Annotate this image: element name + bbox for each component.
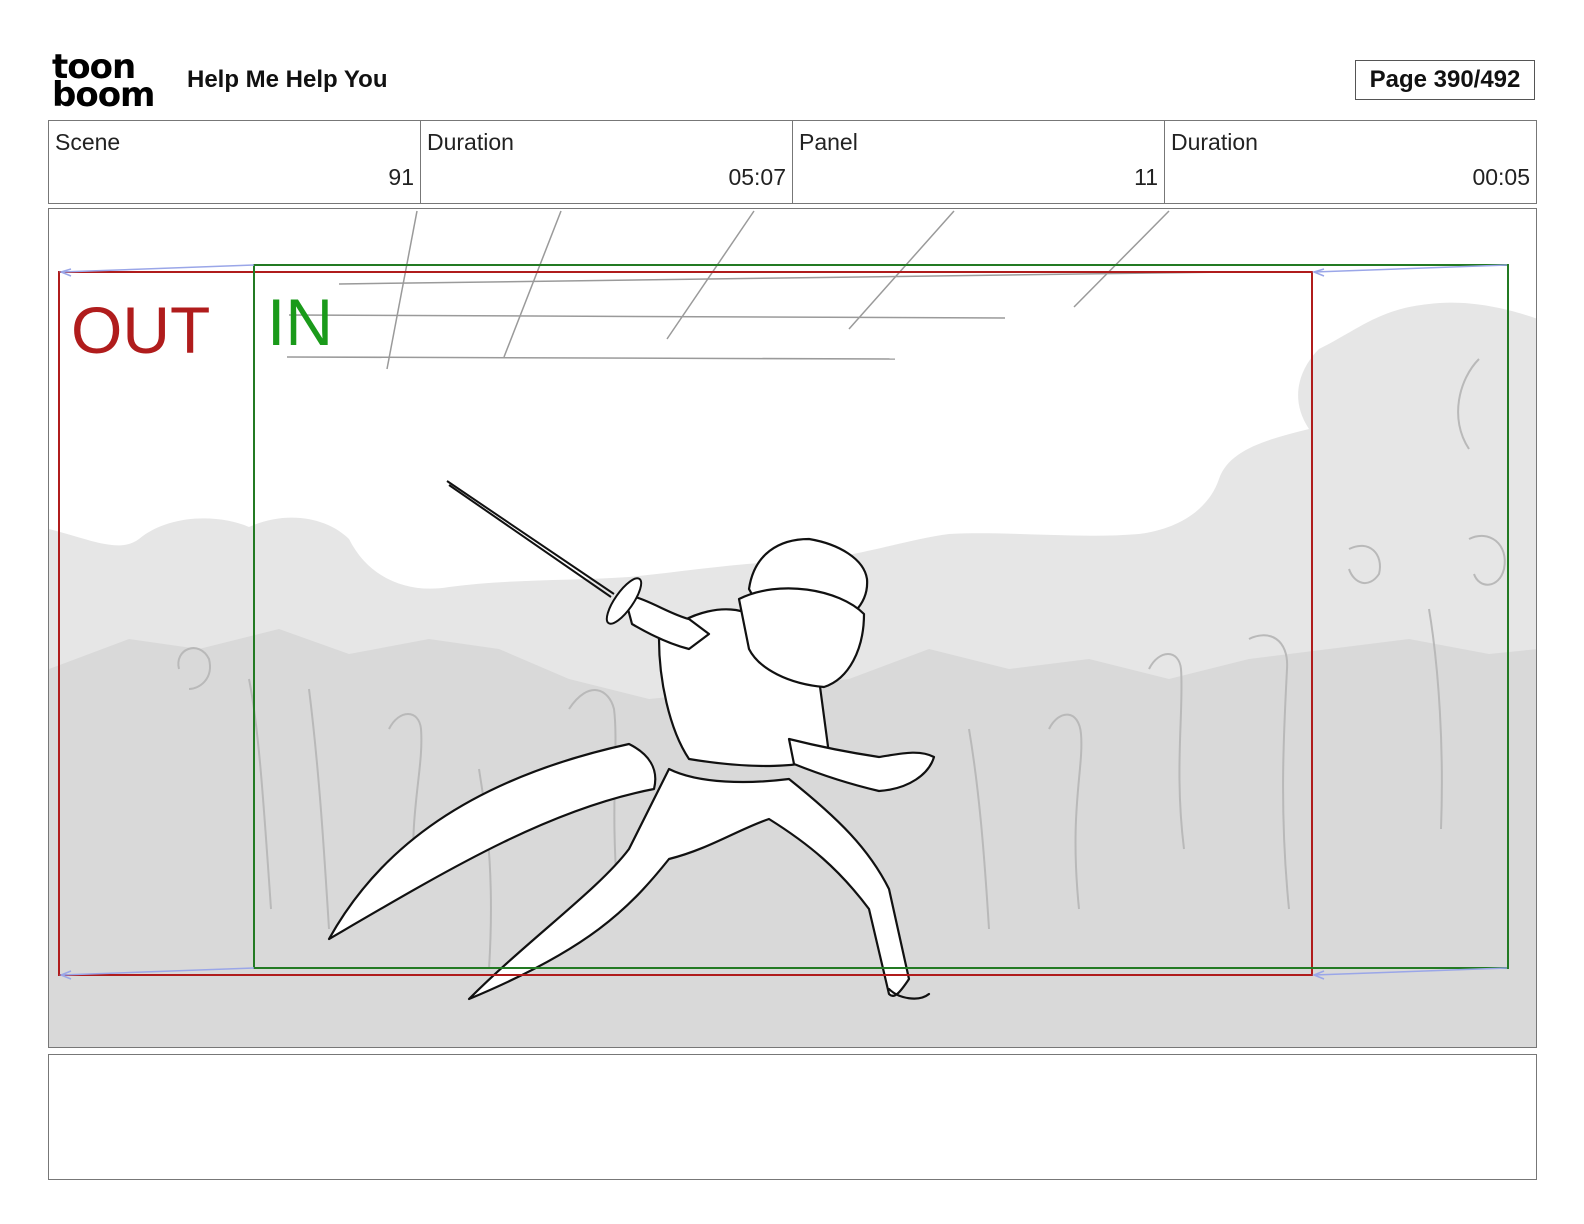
scene-duration-label: Duration: [427, 129, 514, 155]
panel-value: 11: [1134, 164, 1158, 190]
in-frame-label: IN: [267, 285, 333, 359]
scene-duration-cell: Duration 05:07: [421, 121, 793, 203]
page-indicator: Page 390/492: [1355, 60, 1535, 100]
scene-value: 91: [388, 164, 414, 190]
panel-duration-label: Duration: [1171, 129, 1258, 155]
panel-duration-cell: Duration 00:05: [1165, 121, 1536, 203]
speed-lines: [286, 210, 1230, 370]
panel-cell: Panel 11: [793, 121, 1165, 203]
storyboard-panel: OUT IN: [48, 208, 1537, 1048]
scene-label: Scene: [55, 129, 121, 155]
toon-boom-logo: toon boom: [52, 50, 164, 112]
out-frame-label: OUT: [71, 293, 211, 367]
scene-duration-value: 05:07: [728, 164, 786, 190]
panel-duration-value: 00:05: [1472, 164, 1530, 190]
scene-cell: Scene 91: [49, 121, 421, 203]
panel-notes-box: [48, 1054, 1537, 1180]
logo-bottom-text: boom: [52, 75, 155, 115]
project-title: Help Me Help You: [187, 66, 388, 93]
panel-info-table: Scene 91 Duration 05:07 Panel 11 Duratio…: [48, 120, 1537, 204]
panel-label: Panel: [799, 129, 858, 155]
